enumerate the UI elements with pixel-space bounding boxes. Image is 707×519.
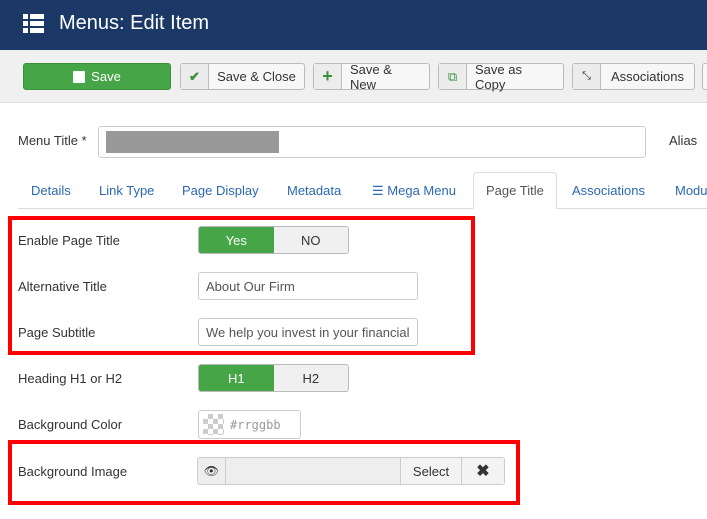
page-subtitle-input[interactable]: We help you invest in your financial — [198, 318, 418, 346]
menu-title-label: Menu Title * — [18, 133, 87, 148]
background-color-label: Background Color — [18, 417, 123, 432]
compress-icon: ⤡ — [573, 64, 601, 89]
heading-toggle[interactable]: H1 H2 — [198, 364, 349, 392]
enable-page-title-label: Enable Page Title — [18, 233, 120, 248]
checkerboard-swatch-icon — [203, 414, 224, 435]
image-path-input[interactable] — [226, 458, 400, 484]
page-title: Menus: Edit Item — [59, 12, 210, 34]
tab-link-type[interactable]: Link Type — [99, 183, 154, 198]
tab-details[interactable]: Details — [31, 183, 71, 198]
save-new-button[interactable]: + Save & New — [313, 62, 430, 92]
tab-page-title[interactable]: Page Title — [486, 183, 544, 198]
background-color-input[interactable]: #rrggbb — [198, 410, 301, 439]
save-copy-button[interactable]: ⧉ Save as Copy — [438, 62, 564, 92]
no-option[interactable]: NO — [273, 227, 348, 253]
tab-metadata[interactable]: Metadata — [287, 183, 341, 198]
bars-icon: ☰ — [372, 183, 388, 198]
background-image-label: Background Image — [18, 464, 128, 479]
clear-x-icon[interactable]: ✖ — [461, 458, 504, 484]
tab-modules[interactable]: Modu — [675, 183, 707, 198]
alternative-title-input[interactable]: About Our Firm — [198, 272, 418, 300]
h1-option[interactable]: H1 — [199, 365, 274, 391]
yes-option[interactable]: Yes — [199, 227, 274, 253]
select-button[interactable]: Select — [400, 458, 461, 484]
plus-icon: + — [314, 64, 342, 89]
alternative-title-label: Alternative Title — [18, 279, 107, 294]
menu-title-input[interactable] — [98, 126, 646, 158]
h2-option[interactable]: H2 — [273, 365, 348, 391]
enable-page-title-toggle[interactable]: Yes NO — [198, 226, 349, 254]
check-icon: ✔ — [181, 64, 209, 89]
save-button[interactable]: Save — [23, 63, 171, 90]
associations-button[interactable]: ⤡ Associations — [572, 63, 695, 90]
heading-label: Heading H1 or H2 — [18, 371, 123, 386]
background-image-field: 👁 Select ✖ — [197, 457, 505, 485]
more-button[interactable] — [702, 63, 707, 90]
menu-list-icon — [23, 14, 44, 33]
edit-icon — [73, 70, 86, 83]
tab-associations[interactable]: Associations — [572, 183, 645, 198]
eye-icon[interactable]: 👁 — [198, 458, 226, 484]
copy-icon: ⧉ — [439, 64, 467, 89]
header-bar: Menus: Edit Item — [0, 0, 707, 50]
tab-mega-menu[interactable]: ☰ Mega Menu — [372, 183, 456, 199]
alias-label: Alias — [669, 133, 698, 148]
save-close-button[interactable]: ✔ Save & Close — [180, 63, 305, 90]
redacted-block — [106, 131, 279, 153]
page-subtitle-label: Page Subtitle — [18, 325, 96, 340]
tabs-divider — [18, 208, 707, 209]
tab-page-display[interactable]: Page Display — [182, 183, 259, 198]
